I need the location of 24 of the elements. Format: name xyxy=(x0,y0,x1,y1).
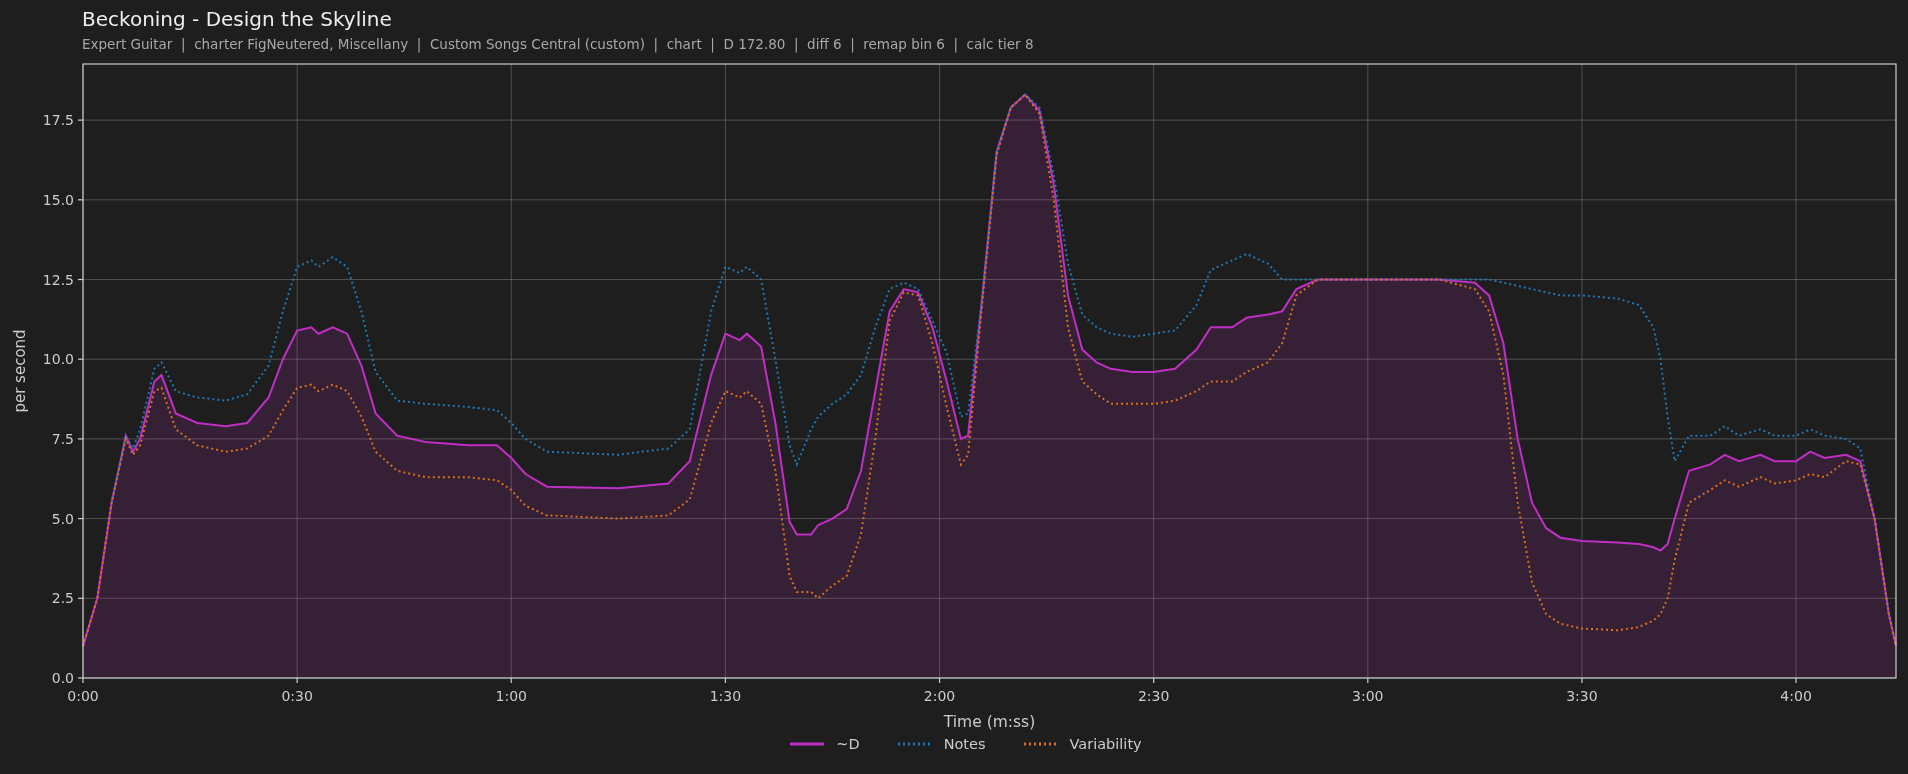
x-tick-label: 4:00 xyxy=(1780,688,1812,704)
chart-subtitle: Expert Guitar | charter FigNeutered, Miscellany | Custom Songs Central (custom) | chart | D 172.80 | diff 6 | remap bin 6 | calc tier 8 xyxy=(82,36,1034,52)
x-tick-label: 3:00 xyxy=(1352,688,1384,704)
chart-title: Beckoning - Design the Skyline xyxy=(82,6,392,32)
x-tick-label: 1:30 xyxy=(709,688,742,704)
x-tick-label: 2:00 xyxy=(923,688,956,704)
legend-label: ~D xyxy=(836,736,860,752)
x-axis-label: Time (m:ss) xyxy=(943,713,1036,730)
x-tick-label: 2:30 xyxy=(1137,688,1170,704)
y-tick-label: 7.5 xyxy=(51,430,74,447)
legend-label: Variability xyxy=(1069,736,1142,752)
y-tick-label: 15.0 xyxy=(42,191,74,208)
x-tick-label: 3:30 xyxy=(1566,688,1598,704)
y-tick-label: 2.5 xyxy=(51,590,74,607)
x-tick-label: 0:00 xyxy=(67,688,99,704)
y-tick-label: 5.0 xyxy=(51,510,74,527)
y-tick-label: 12.5 xyxy=(42,271,74,288)
legend-label: Notes xyxy=(943,736,986,752)
x-tick-label: 0:30 xyxy=(281,688,313,704)
x-tick-label: 1:00 xyxy=(495,688,527,704)
y-tick-label: 10.0 xyxy=(42,351,74,368)
y-tick-label: 17.5 xyxy=(42,112,74,129)
y-axis-label: per second xyxy=(11,329,29,413)
y-tick-label: 0.0 xyxy=(51,670,74,686)
